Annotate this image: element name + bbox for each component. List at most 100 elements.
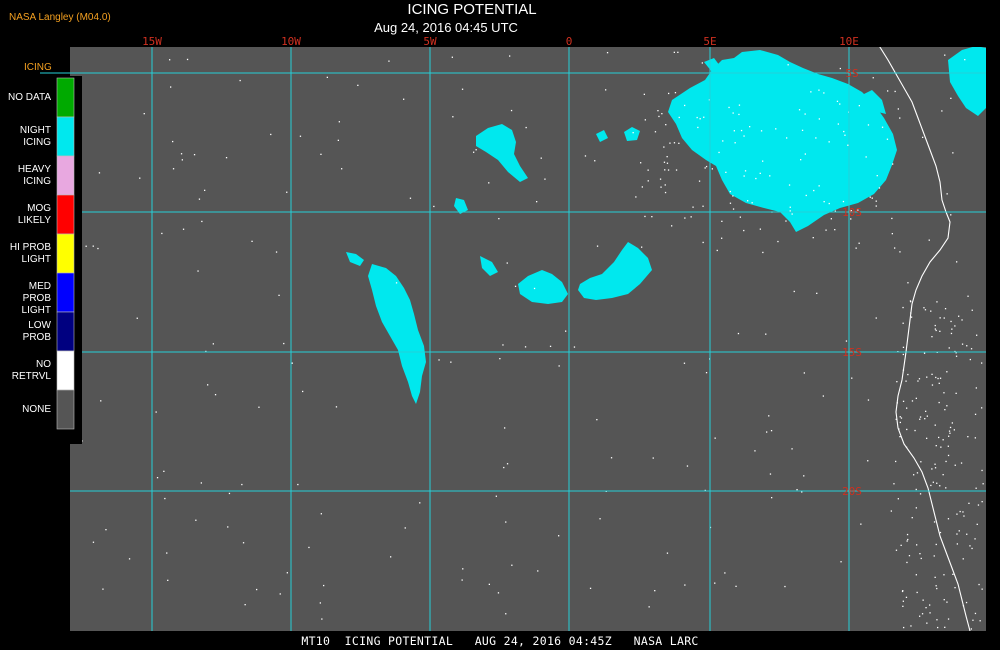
noise-pixel xyxy=(902,306,904,309)
noise-pixel xyxy=(921,613,924,615)
noise-pixel xyxy=(982,483,984,485)
noise-pixel xyxy=(899,416,901,418)
noise-pixel xyxy=(698,180,701,182)
noise-pixel xyxy=(961,343,964,345)
noise-pixel xyxy=(902,322,904,324)
noise-pixel xyxy=(867,124,870,126)
noise-pixel xyxy=(793,290,795,293)
noise-pixel xyxy=(524,346,527,348)
noise-pixel xyxy=(964,59,966,61)
legend-label: NONE xyxy=(22,403,51,415)
noise-pixel xyxy=(584,155,587,157)
noise-pixel xyxy=(791,213,793,215)
noise-pixel xyxy=(172,140,174,143)
noise-pixel xyxy=(939,317,941,319)
noise-pixel xyxy=(947,454,950,457)
noise-pixel xyxy=(678,116,680,119)
noise-pixel xyxy=(844,134,846,136)
noise-pixel xyxy=(204,189,206,191)
noise-pixel xyxy=(652,457,654,459)
noise-pixel xyxy=(97,247,99,250)
noise-pixel xyxy=(641,246,643,248)
noise-pixel xyxy=(201,220,203,223)
noise-pixel xyxy=(803,475,805,477)
noise-pixel xyxy=(948,347,950,349)
noise-pixel xyxy=(409,197,412,199)
noise-pixel xyxy=(871,197,873,199)
noise-pixel xyxy=(894,90,896,93)
noise-pixel xyxy=(198,198,201,200)
noise-pixel xyxy=(974,538,976,540)
noise-pixel xyxy=(935,585,937,587)
noise-pixel xyxy=(497,592,500,594)
legend-swatch xyxy=(56,311,75,352)
map-timestamp: Aug 24, 2016 04:45 UTC xyxy=(374,20,518,35)
noise-pixel xyxy=(916,544,918,546)
noise-pixel xyxy=(251,240,253,242)
noise-pixel xyxy=(936,587,938,590)
noise-pixel xyxy=(241,483,243,486)
noise-pixel xyxy=(971,547,973,550)
noise-pixel xyxy=(915,507,917,509)
noise-pixel xyxy=(966,533,968,535)
noise-pixel xyxy=(922,136,924,138)
longitude-label: 10E xyxy=(839,35,859,48)
noise-pixel xyxy=(765,333,767,335)
noise-pixel xyxy=(644,119,646,121)
footer-caption: MT10 ICING POTENTIAL AUG 24, 2016 04:45Z… xyxy=(301,634,699,648)
noise-pixel xyxy=(668,92,670,95)
noise-pixel xyxy=(902,600,904,602)
noise-pixel xyxy=(644,215,646,218)
legend-label: NIGHT ICING xyxy=(19,124,51,148)
noise-pixel xyxy=(981,588,983,590)
noise-pixel xyxy=(976,334,978,336)
noise-pixel xyxy=(816,292,818,294)
noise-pixel xyxy=(886,138,889,140)
noise-pixel xyxy=(905,596,908,598)
legend-label: NO RETRVL xyxy=(11,358,51,382)
map-title: ICING POTENTIAL xyxy=(407,1,537,18)
noise-pixel xyxy=(743,175,745,177)
noise-pixel xyxy=(195,519,197,521)
noise-pixel xyxy=(714,437,716,439)
noise-pixel xyxy=(959,510,961,513)
noise-pixel xyxy=(635,196,637,198)
noise-pixel xyxy=(258,406,260,408)
noise-pixel xyxy=(979,620,981,622)
noise-pixel xyxy=(461,88,464,90)
noise-pixel xyxy=(894,247,896,249)
noise-pixel xyxy=(182,228,185,230)
noise-pixel xyxy=(899,117,901,119)
noise-pixel xyxy=(660,186,662,188)
longitude-label: 10W xyxy=(281,35,301,48)
noise-pixel xyxy=(818,185,820,187)
noise-pixel xyxy=(975,487,977,489)
noise-pixel xyxy=(976,523,978,525)
noise-pixel xyxy=(657,110,659,112)
noise-pixel xyxy=(961,319,963,321)
noise-pixel xyxy=(438,359,440,361)
noise-pixel xyxy=(341,168,343,170)
noise-pixel xyxy=(451,56,453,58)
noise-pixel xyxy=(759,228,761,230)
noise-pixel xyxy=(278,294,280,296)
noise-pixel xyxy=(504,427,506,429)
noise-pixel xyxy=(895,460,897,463)
noise-pixel xyxy=(906,540,908,542)
noise-pixel xyxy=(944,54,946,56)
noise-pixel xyxy=(865,156,867,158)
legend-heading: ICING xyxy=(24,62,52,73)
noise-pixel xyxy=(770,430,773,432)
noise-pixel xyxy=(902,400,905,402)
noise-pixel xyxy=(181,159,183,161)
noise-pixel xyxy=(514,285,517,287)
longitude-label: 5E xyxy=(703,35,716,48)
legend-swatch xyxy=(56,77,75,118)
noise-pixel xyxy=(462,568,464,570)
noise-pixel xyxy=(924,418,926,420)
noise-pixel xyxy=(815,137,817,139)
noise-pixel xyxy=(943,599,945,601)
noise-pixel xyxy=(933,555,935,557)
noise-pixel xyxy=(840,561,842,563)
noise-pixel xyxy=(704,167,706,169)
